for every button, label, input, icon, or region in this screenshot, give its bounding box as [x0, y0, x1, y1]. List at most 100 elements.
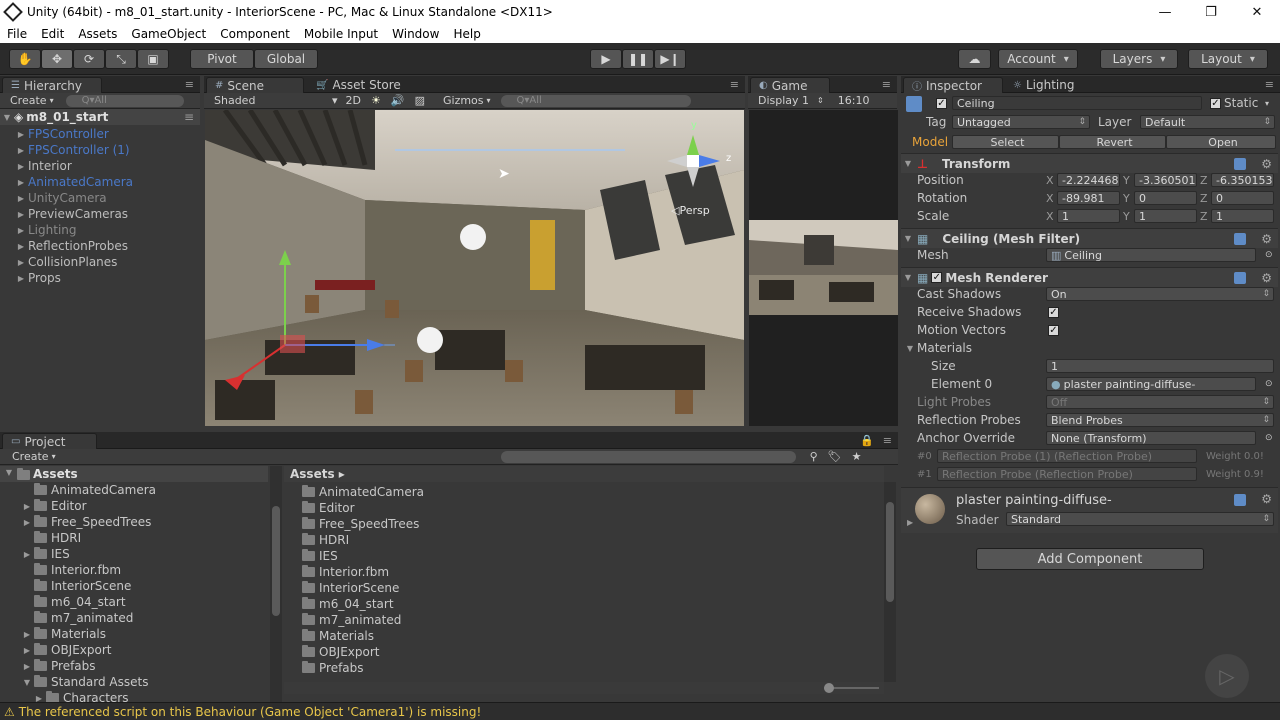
- panel-menu-icon[interactable]: ≡: [882, 78, 891, 91]
- menu-edit[interactable]: Edit: [34, 27, 71, 41]
- project-file-item[interactable]: OBJExport: [302, 644, 380, 660]
- menu-mobile-input[interactable]: Mobile Input: [297, 27, 385, 41]
- project-tree-item[interactable]: ▼ Standard Assets: [22, 674, 148, 690]
- effects-toggle-icon[interactable]: ▨: [415, 94, 425, 107]
- project-file-item[interactable]: Materials: [302, 628, 374, 644]
- project-tree-item[interactable]: Interior.fbm: [22, 562, 121, 578]
- filter-label-icon[interactable]: 🏷: [828, 450, 842, 463]
- expand-icon[interactable]: ▶: [22, 550, 32, 559]
- transform-header[interactable]: ▼ ⊥ Transform ⚙: [901, 153, 1278, 173]
- menu-gameobject[interactable]: GameObject: [124, 27, 213, 41]
- project-tree-item[interactable]: ▶ Editor: [22, 498, 87, 514]
- reflection-probes-dropdown[interactable]: Blend Probes: [1046, 413, 1274, 427]
- pivot-toggle[interactable]: Pivot: [190, 49, 254, 69]
- expand-icon[interactable]: ▼: [901, 159, 915, 168]
- project-tree-item[interactable]: ▶ OBJExport: [22, 642, 112, 658]
- status-bar[interactable]: ⚠ The referenced script on this Behaviou…: [0, 702, 1280, 720]
- project-file-item[interactable]: Interior.fbm: [302, 564, 389, 580]
- scene-root[interactable]: ▼ ◈ m8_01_start ≡: [0, 109, 200, 125]
- move-tool-icon[interactable]: ✥: [41, 49, 73, 69]
- hierarchy-item[interactable]: ▶ Interior: [0, 158, 200, 174]
- position-y-field[interactable]: -3.360501: [1134, 173, 1197, 187]
- expand-icon[interactable]: ▶: [0, 130, 28, 139]
- hierarchy-item[interactable]: ▶ Lighting: [0, 222, 200, 238]
- gear-icon[interactable]: ⚙: [1261, 232, 1272, 246]
- panel-menu-icon[interactable]: ≡: [1265, 78, 1274, 91]
- project-search-input[interactable]: [500, 450, 796, 463]
- mesh-renderer-enabled-checkbox[interactable]: ✓: [931, 272, 943, 283]
- minimize-icon[interactable]: —: [1142, 0, 1188, 24]
- panel-menu-icon[interactable]: ≡: [730, 78, 739, 91]
- hierarchy-item[interactable]: ▶ UnityCamera: [0, 190, 200, 206]
- account-dropdown[interactable]: Account: [998, 49, 1078, 69]
- restore-icon[interactable]: ❐: [1188, 0, 1234, 24]
- expand-icon[interactable]: ▼: [903, 344, 917, 353]
- expand-icon[interactable]: ▼: [22, 678, 32, 687]
- element0-field[interactable]: ● plaster painting-diffuse-: [1046, 377, 1256, 391]
- hierarchy-item[interactable]: ▶ ReflectionProbes: [0, 238, 200, 254]
- tree-scrollbar-thumb[interactable]: [272, 506, 280, 616]
- scale-tool-icon[interactable]: ⤡: [105, 49, 137, 69]
- layout-dropdown[interactable]: Layout: [1188, 49, 1268, 69]
- hierarchy-search-input[interactable]: Q▾All: [65, 94, 184, 107]
- hierarchy-create[interactable]: Create: [10, 94, 47, 107]
- add-component-button[interactable]: Add Component: [976, 548, 1204, 570]
- tab-scene[interactable]: # Scene: [206, 77, 304, 93]
- project-create[interactable]: Create: [12, 450, 49, 463]
- project-tree-item[interactable]: HDRI: [22, 530, 81, 546]
- project-tree-item[interactable]: m7_animated: [22, 610, 133, 626]
- shader-dropdown[interactable]: Standard: [1006, 512, 1274, 526]
- active-checkbox[interactable]: ✓: [936, 97, 947, 109]
- rotation-x-field[interactable]: -89.981: [1057, 191, 1120, 205]
- aspect-dropdown[interactable]: 16:10: [838, 94, 870, 107]
- gizmos-dropdown[interactable]: Gizmos: [443, 94, 484, 107]
- hierarchy-item[interactable]: ▶ PreviewCameras: [0, 206, 200, 222]
- shading-mode-dropdown[interactable]: Shaded: [214, 94, 324, 107]
- object-picker-icon[interactable]: ⊙: [1265, 250, 1273, 260]
- assets-root-row[interactable]: ▼ Assets: [0, 466, 268, 482]
- play-button[interactable]: ▶: [590, 49, 622, 69]
- filter-type-icon[interactable]: ⚲: [810, 450, 818, 463]
- scene-viewport[interactable]: y z ◁Persp ➤: [205, 110, 744, 426]
- scene-menu-icon[interactable]: ≡: [184, 110, 194, 124]
- mesh-renderer-header[interactable]: ▼ ▦ ✓ Mesh Renderer ⚙: [901, 267, 1278, 287]
- revert-button[interactable]: Revert: [1059, 135, 1166, 149]
- scene-search-input[interactable]: Q▾All: [500, 94, 691, 107]
- anchor-override-field[interactable]: None (Transform): [1046, 431, 1256, 445]
- help-icon[interactable]: [1234, 157, 1246, 170]
- project-file-item[interactable]: m7_animated: [302, 612, 401, 628]
- rect-tool-icon[interactable]: ▣: [137, 49, 169, 69]
- tab-lighting[interactable]: ☼ Lighting: [1005, 77, 1082, 93]
- project-file-item[interactable]: IES: [302, 548, 338, 564]
- expand-icon[interactable]: ▶: [22, 630, 32, 639]
- expand-icon[interactable]: ▶: [0, 162, 28, 171]
- global-toggle[interactable]: Global: [254, 49, 318, 69]
- panel-menu-icon[interactable]: ≡: [883, 434, 892, 447]
- panel-menu-icon[interactable]: ≡: [185, 78, 194, 91]
- tab-project[interactable]: ▭ Project: [2, 433, 97, 449]
- help-icon[interactable]: [1234, 271, 1246, 284]
- menu-component[interactable]: Component: [213, 27, 297, 41]
- layer-dropdown[interactable]: Default: [1140, 115, 1275, 129]
- tree-scrollbar[interactable]: [270, 466, 282, 702]
- tab-asset-store[interactable]: 🛒 Asset Store: [308, 77, 409, 93]
- position-z-field[interactable]: -6.350153: [1211, 173, 1274, 187]
- zoom-slider-thumb[interactable]: [824, 683, 834, 693]
- expand-icon[interactable]: ▶: [0, 258, 28, 267]
- rotate-tool-icon[interactable]: ⟳: [73, 49, 105, 69]
- expand-icon[interactable]: ▼: [901, 234, 915, 243]
- expand-icon[interactable]: ▶: [907, 518, 913, 527]
- expand-icon[interactable]: ▶: [0, 242, 28, 251]
- expand-icon[interactable]: ▶: [22, 662, 32, 671]
- object-name-field[interactable]: Ceiling: [952, 96, 1202, 110]
- project-tree-item[interactable]: ▶ Materials: [22, 626, 106, 642]
- expand-icon[interactable]: ▶: [0, 178, 28, 187]
- mesh-filter-header[interactable]: ▼ ▦ Ceiling (Mesh Filter) ⚙: [901, 228, 1278, 248]
- tab-inspector[interactable]: ⓘ Inspector: [903, 77, 1003, 93]
- project-file-item[interactable]: AnimatedCamera: [302, 484, 424, 500]
- project-file-item[interactable]: InteriorScene: [302, 580, 399, 596]
- menu-window[interactable]: Window: [385, 27, 446, 41]
- gear-icon[interactable]: ⚙: [1261, 271, 1272, 285]
- scale-z-field[interactable]: 1: [1211, 209, 1274, 223]
- hierarchy-item[interactable]: ▶ Props: [0, 270, 200, 286]
